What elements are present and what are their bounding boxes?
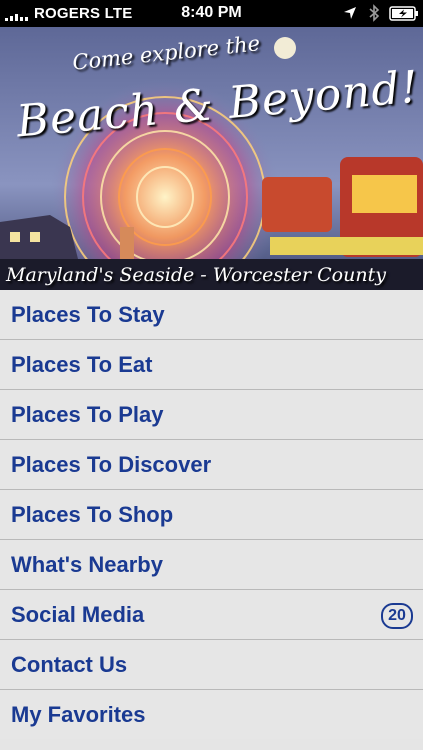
menu-item-contact-us[interactable]: Contact Us bbox=[0, 639, 423, 689]
menu-item-label: Places To Discover bbox=[11, 452, 212, 477]
main-menu: Places To Stay Places To Eat Places To P… bbox=[0, 290, 423, 739]
menu-item-label: Places To Eat bbox=[11, 352, 153, 377]
bluetooth-icon bbox=[369, 4, 380, 22]
banner-subtitle: Maryland's Seaside - Worcester County bbox=[6, 264, 386, 286]
menu-item-places-to-discover[interactable]: Places To Discover bbox=[0, 439, 423, 489]
menu-item-label: Places To Stay bbox=[11, 302, 165, 327]
menu-item-label: What's Nearby bbox=[11, 552, 163, 577]
menu-item-places-to-play[interactable]: Places To Play bbox=[0, 389, 423, 439]
menu-item-places-to-shop[interactable]: Places To Shop bbox=[0, 489, 423, 539]
notification-count-badge: 20 bbox=[381, 603, 413, 629]
menu-item-my-favorites[interactable]: My Favorites bbox=[0, 689, 423, 739]
menu-item-whats-nearby[interactable]: What's Nearby bbox=[0, 539, 423, 589]
menu-item-places-to-eat[interactable]: Places To Eat bbox=[0, 339, 423, 389]
menu-item-places-to-stay[interactable]: Places To Stay bbox=[0, 290, 423, 339]
menu-item-label: Contact Us bbox=[11, 652, 128, 677]
header-banner: Come explore the Beach & Beyond! Marylan… bbox=[0, 27, 423, 290]
menu-item-social-media[interactable]: Social Media 20 bbox=[0, 589, 423, 639]
battery-charging-icon bbox=[389, 6, 418, 21]
menu-item-label: Places To Shop bbox=[11, 502, 174, 527]
status-bar: ROGERS LTE 8:40 PM bbox=[0, 0, 423, 27]
menu-item-label: My Favorites bbox=[11, 702, 146, 727]
clock: 8:40 PM bbox=[181, 4, 242, 21]
menu-item-label: Places To Play bbox=[11, 402, 164, 427]
menu-item-label: Social Media bbox=[11, 602, 145, 627]
location-arrow-icon bbox=[344, 7, 356, 19]
